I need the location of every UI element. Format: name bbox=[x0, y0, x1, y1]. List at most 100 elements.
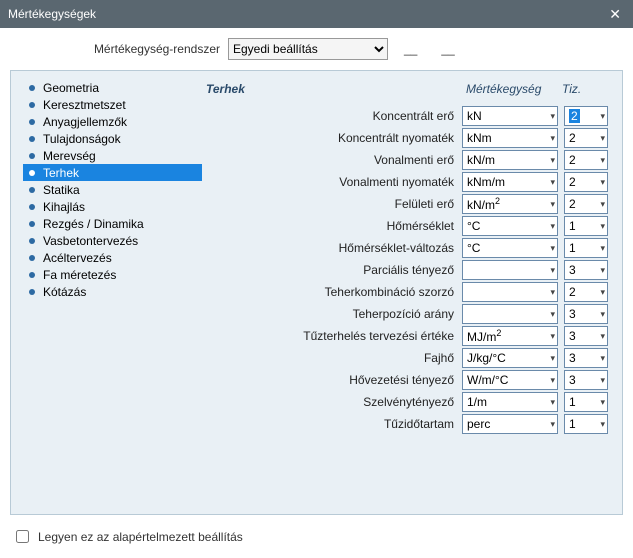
unit-value: kNm/m bbox=[467, 175, 505, 189]
unit-select[interactable]: kN/m▾ bbox=[462, 150, 558, 170]
decimals-select[interactable]: 3▾ bbox=[564, 348, 608, 368]
titlebar: Mértékegységek ✕ bbox=[0, 0, 633, 28]
window-title: Mértékegységek bbox=[8, 7, 96, 21]
sidebar-item[interactable]: Kótázás bbox=[23, 283, 202, 300]
unit-select[interactable]: ▾ bbox=[462, 282, 558, 302]
decimals-select[interactable]: 2▾ bbox=[564, 194, 608, 214]
chevron-down-icon: ▾ bbox=[600, 375, 605, 386]
unit-select[interactable]: perc▾ bbox=[462, 414, 558, 434]
bullet-icon bbox=[29, 272, 35, 278]
decimals-select[interactable]: 2▾ bbox=[564, 106, 608, 126]
bullet-icon bbox=[29, 85, 35, 91]
decimals-select[interactable]: 1▾ bbox=[564, 392, 608, 412]
row-label: Hővezetési tényező bbox=[202, 373, 462, 387]
sidebar-item[interactable]: Tulajdonságok bbox=[23, 130, 202, 147]
unit-system-label: Mértékegység-rendszer bbox=[0, 42, 220, 56]
decimals-value: 2 bbox=[569, 175, 576, 189]
sidebar-item[interactable]: Acéltervezés bbox=[23, 249, 202, 266]
chevron-down-icon: ▾ bbox=[550, 375, 555, 386]
unit-value: kN/m bbox=[467, 153, 495, 167]
category-sidebar: GeometriaKeresztmetszetAnyagjellemzők Tul… bbox=[11, 71, 202, 514]
unit-system-select[interactable]: Egyedi beállítás bbox=[228, 38, 388, 60]
sidebar-item[interactable]: Vasbetontervezés bbox=[23, 232, 202, 249]
content-area: Terhek Mértékegység Tiz. Koncentrált erő… bbox=[202, 71, 622, 514]
decimals-value: 1 bbox=[569, 219, 576, 233]
unit-value: 1/m bbox=[467, 395, 487, 409]
unit-select[interactable]: kNm/m▾ bbox=[462, 172, 558, 192]
column-header-decimals: Tiz. bbox=[558, 82, 602, 96]
chevron-down-icon: ▾ bbox=[600, 177, 605, 188]
decimals-select[interactable]: 2▾ bbox=[564, 128, 608, 148]
row-label: Vonalmenti erő bbox=[202, 153, 462, 167]
chevron-down-icon: ▾ bbox=[550, 353, 555, 364]
chevron-down-icon: ▾ bbox=[550, 221, 555, 232]
unit-select[interactable]: kNm▾ bbox=[462, 128, 558, 148]
chevron-down-icon: ▾ bbox=[550, 397, 555, 408]
chevron-down-icon: ▾ bbox=[550, 419, 555, 430]
unit-value: kNm bbox=[467, 131, 492, 145]
bullet-icon bbox=[29, 153, 35, 159]
close-icon[interactable]: ✕ bbox=[605, 6, 625, 23]
chevron-down-icon: ▾ bbox=[600, 199, 605, 210]
sidebar-item-label: Tulajdonságok bbox=[43, 132, 121, 146]
bullet-icon bbox=[29, 289, 35, 295]
decimals-value: 3 bbox=[569, 351, 576, 365]
chevron-down-icon: ▾ bbox=[550, 287, 555, 298]
chevron-down-icon: ▾ bbox=[600, 221, 605, 232]
decimals-select[interactable]: 3▾ bbox=[564, 260, 608, 280]
sidebar-item-label: Acéltervezés bbox=[43, 251, 112, 265]
row-label: Teherkombináció szorzó bbox=[202, 285, 462, 299]
decimals-value: 3 bbox=[569, 329, 576, 343]
unit-row: Vonalmenti nyomatékkNm/m▾2▾ bbox=[202, 171, 608, 193]
decimals-value: 3 bbox=[569, 373, 576, 387]
sidebar-item[interactable]: Fa méretezés bbox=[23, 266, 202, 283]
unit-system-row: Mértékegység-rendszer Egyedi beállítás _… bbox=[0, 28, 633, 70]
chevron-down-icon: ▾ bbox=[600, 111, 605, 122]
sidebar-item[interactable]: Statika bbox=[23, 181, 202, 198]
unit-row: Koncentrált erőkN▾ 2▾ bbox=[202, 105, 608, 127]
sidebar-item-label: Geometria bbox=[43, 81, 99, 95]
sidebar-item[interactable]: Merevség bbox=[23, 147, 202, 164]
sidebar-item[interactable]: Terhek bbox=[23, 164, 202, 181]
row-label: Koncentrált erő bbox=[202, 109, 462, 123]
decimals-select[interactable]: 3▾ bbox=[564, 304, 608, 324]
unit-select[interactable]: kN/m2▾ bbox=[462, 194, 558, 214]
sidebar-item-label: Rezgés / Dinamika bbox=[43, 217, 144, 231]
unit-select[interactable]: °C▾ bbox=[462, 238, 558, 258]
unit-select[interactable]: W/m/°C▾ bbox=[462, 370, 558, 390]
sidebar-item[interactable]: Kihajlás bbox=[23, 198, 202, 215]
decimals-select[interactable]: 2▾ bbox=[564, 150, 608, 170]
default-checkbox-label: Legyen ez az alapértelmezett beállítás bbox=[38, 530, 243, 544]
decimals-value: 3 bbox=[569, 307, 576, 321]
decimals-value: 1 bbox=[569, 395, 576, 409]
decimals-select[interactable]: 1▾ bbox=[564, 238, 608, 258]
decimals-select[interactable]: 1▾ bbox=[564, 414, 608, 434]
decimals-select[interactable]: 3▾ bbox=[564, 326, 608, 346]
chevron-down-icon: ▾ bbox=[600, 243, 605, 254]
sidebar-item[interactable]: Anyagjellemzők bbox=[23, 113, 202, 130]
default-checkbox[interactable] bbox=[16, 530, 29, 543]
unit-select[interactable]: ▾ bbox=[462, 304, 558, 324]
unit-row: FajhőJ/kg/°C▾3▾ bbox=[202, 347, 608, 369]
sidebar-item[interactable]: Rezgés / Dinamika bbox=[23, 215, 202, 232]
unit-select[interactable]: ▾ bbox=[462, 260, 558, 280]
dash-placeholder-2: __ bbox=[433, 42, 462, 56]
unit-select[interactable]: MJ/m2▾ bbox=[462, 326, 558, 346]
decimals-value: 1 bbox=[569, 417, 576, 431]
unit-select[interactable]: °C▾ bbox=[462, 216, 558, 236]
row-label: Teherpozíció arány bbox=[202, 307, 462, 321]
decimals-value: 2 bbox=[569, 131, 576, 145]
chevron-down-icon: ▾ bbox=[600, 265, 605, 276]
sidebar-item[interactable]: Keresztmetszet bbox=[23, 96, 202, 113]
decimals-select[interactable]: 3▾ bbox=[564, 370, 608, 390]
decimals-select[interactable]: 1▾ bbox=[564, 216, 608, 236]
decimals-select[interactable]: 2▾ bbox=[564, 172, 608, 192]
unit-select[interactable]: kN▾ bbox=[462, 106, 558, 126]
row-label: Vonalmenti nyomaték bbox=[202, 175, 462, 189]
unit-select[interactable]: 1/m ▾ bbox=[462, 392, 558, 412]
decimals-select[interactable]: 2▾ bbox=[564, 282, 608, 302]
sidebar-item[interactable]: Geometria bbox=[23, 79, 202, 96]
bullet-icon bbox=[29, 238, 35, 244]
row-label: Koncentrált nyomaték bbox=[202, 131, 462, 145]
unit-select[interactable]: J/kg/°C▾ bbox=[462, 348, 558, 368]
